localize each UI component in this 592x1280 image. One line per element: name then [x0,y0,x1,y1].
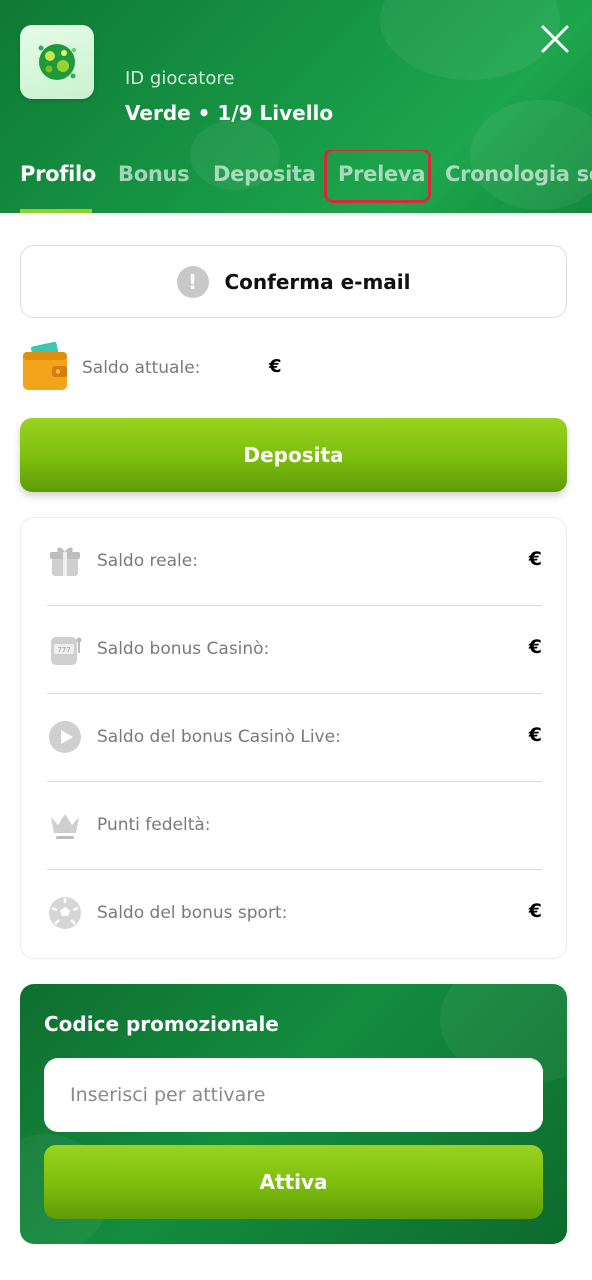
gift-icon [50,547,80,576]
balance-item-real: Saldo reale: € [47,518,542,606]
tab-bonus[interactable]: Bonus [118,162,190,186]
confirm-email-label: Conferma e-mail [224,269,411,294]
balance-label: Punti fedeltà: [97,815,211,835]
current-balance-label: Saldo attuale: [82,358,201,378]
balance-value: € [528,636,542,658]
slot-machine-icon: 777 [51,637,82,665]
globe-icon [38,44,76,80]
balance-item-sport-bonus: Saldo del bonus sport: € [47,870,542,958]
balance-label: Saldo reale: [97,551,198,571]
exclamation-icon: ! [176,265,209,298]
balance-value: € [528,900,542,922]
play-icon [49,721,81,753]
balance-value: € [528,548,542,570]
promo-code-card: Codice promozionale Attiva [20,984,567,1244]
tab-preleva[interactable]: Preleva [338,162,426,186]
profile-header: ID giocatore Verde • 1/9 Livello Profilo… [0,0,592,213]
current-balance-value: € [269,356,282,377]
tab-cronologia[interactable]: Cronologia so [445,162,592,186]
player-id-label: ID giocatore [125,68,235,89]
promo-code-input[interactable] [44,1058,543,1132]
header-decoration [380,0,560,80]
balance-item-live-casino-bonus: Saldo del bonus Casinò Live: € [47,694,542,782]
crown-icon [51,814,79,839]
close-icon[interactable] [536,20,574,58]
deposit-button[interactable]: Deposita [20,418,567,492]
soccer-ball-icon [49,897,81,929]
confirm-email-button[interactable]: ! Conferma e-mail [20,245,567,318]
balance-label: Saldo del bonus Casinò Live: [97,727,341,747]
active-tab-underline [20,209,92,213]
tab-deposita[interactable]: Deposita [213,162,316,186]
balances-card: Saldo reale: € 777 Saldo bonus Casinò: €… [20,517,567,959]
balance-item-loyalty-points: Punti fedeltà: [47,782,542,870]
balance-item-casino-bonus: 777 Saldo bonus Casinò: € [47,606,542,694]
activate-button[interactable]: Attiva [44,1145,543,1219]
current-balance: Saldo attuale: € [20,342,567,394]
tab-profilo[interactable]: Profilo [20,162,96,186]
profile-tabs: Profilo Bonus Deposita Preleva Cronologi… [0,150,592,213]
balance-label: Saldo del bonus sport: [97,903,288,923]
balance-label: Saldo bonus Casinò: [97,639,270,659]
svg-text:777: 777 [57,646,70,654]
balance-value: € [528,724,542,746]
avatar [20,25,94,99]
wallet-icon [23,342,67,390]
promo-code-title: Codice promozionale [44,1012,279,1036]
player-level: Verde • 1/9 Livello [125,101,334,125]
